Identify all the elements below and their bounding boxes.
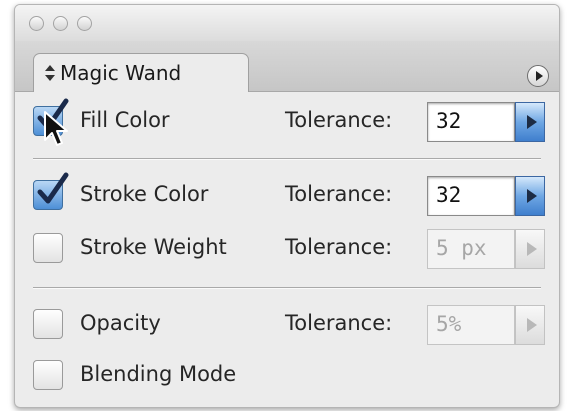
- zoom-window-button[interactable]: [77, 16, 92, 31]
- opacity-row: Opacity Tolerance: 5%: [15, 297, 559, 351]
- stroke-weight-tolerance-label: Tolerance:: [285, 235, 393, 259]
- fill-color-tolerance-arrow-button[interactable]: [515, 102, 545, 142]
- panel-tab-strip: Magic Wand: [15, 41, 559, 92]
- stroke-color-tolerance-arrow-button[interactable]: [515, 176, 545, 216]
- stroke-color-tolerance-label: Tolerance:: [285, 182, 393, 206]
- blending-mode-checkbox[interactable]: [33, 360, 63, 390]
- opacity-label: Opacity: [80, 311, 161, 335]
- tab-magic-wand[interactable]: Magic Wand: [33, 53, 249, 92]
- stroke-weight-checkbox[interactable]: [33, 233, 63, 263]
- opacity-tolerance-arrow-button[interactable]: [515, 305, 545, 345]
- fill-color-tolerance-input[interactable]: 32: [427, 102, 515, 142]
- panel-menu-button[interactable]: [527, 65, 549, 87]
- tab-title: Magic Wand: [60, 61, 182, 85]
- right-arrow-icon: [526, 318, 537, 332]
- checkmark-icon: [37, 172, 69, 204]
- right-arrow-icon: [526, 242, 537, 256]
- mouse-pointer-icon: [44, 111, 68, 146]
- fill-color-tolerance-label: Tolerance:: [285, 108, 393, 132]
- title-bar[interactable]: [15, 5, 559, 42]
- minimize-window-button[interactable]: [53, 16, 68, 31]
- stroke-weight-tolerance-arrow-button[interactable]: [515, 229, 545, 269]
- stroke-color-label: Stroke Color: [80, 182, 209, 206]
- stroke-color-checkbox[interactable]: [33, 172, 69, 210]
- fill-color-row: Fill Color Tolerance: 32: [15, 94, 559, 148]
- right-arrow-icon: [526, 189, 537, 203]
- panel-content: Fill Color Tolerance: 32 Stroke Color To…: [15, 92, 559, 407]
- opacity-checkbox[interactable]: [33, 309, 63, 339]
- close-window-button[interactable]: [29, 16, 44, 31]
- play-arrow-icon: [535, 71, 543, 81]
- divider: [33, 287, 541, 289]
- opacity-tolerance-input[interactable]: 5%: [427, 305, 515, 345]
- magic-wand-panel-window: Magic Wand Fill Color Tolerance: 32 Stro…: [14, 4, 560, 408]
- blending-mode-row: Blending Mode: [15, 348, 559, 402]
- stroke-weight-label: Stroke Weight: [80, 235, 227, 259]
- stroke-weight-tolerance-input[interactable]: 5 px: [427, 229, 515, 269]
- stroke-color-row: Stroke Color Tolerance: 32: [15, 168, 559, 222]
- fill-color-label: Fill Color: [80, 108, 170, 132]
- opacity-tolerance-label: Tolerance:: [285, 311, 393, 335]
- panel-options-toggle-icon[interactable]: [43, 62, 57, 84]
- blending-mode-label: Blending Mode: [80, 362, 237, 386]
- divider: [33, 158, 541, 160]
- stroke-color-tolerance-input[interactable]: 32: [427, 176, 515, 216]
- right-arrow-icon: [526, 115, 537, 129]
- stroke-weight-row: Stroke Weight Tolerance: 5 px: [15, 221, 559, 275]
